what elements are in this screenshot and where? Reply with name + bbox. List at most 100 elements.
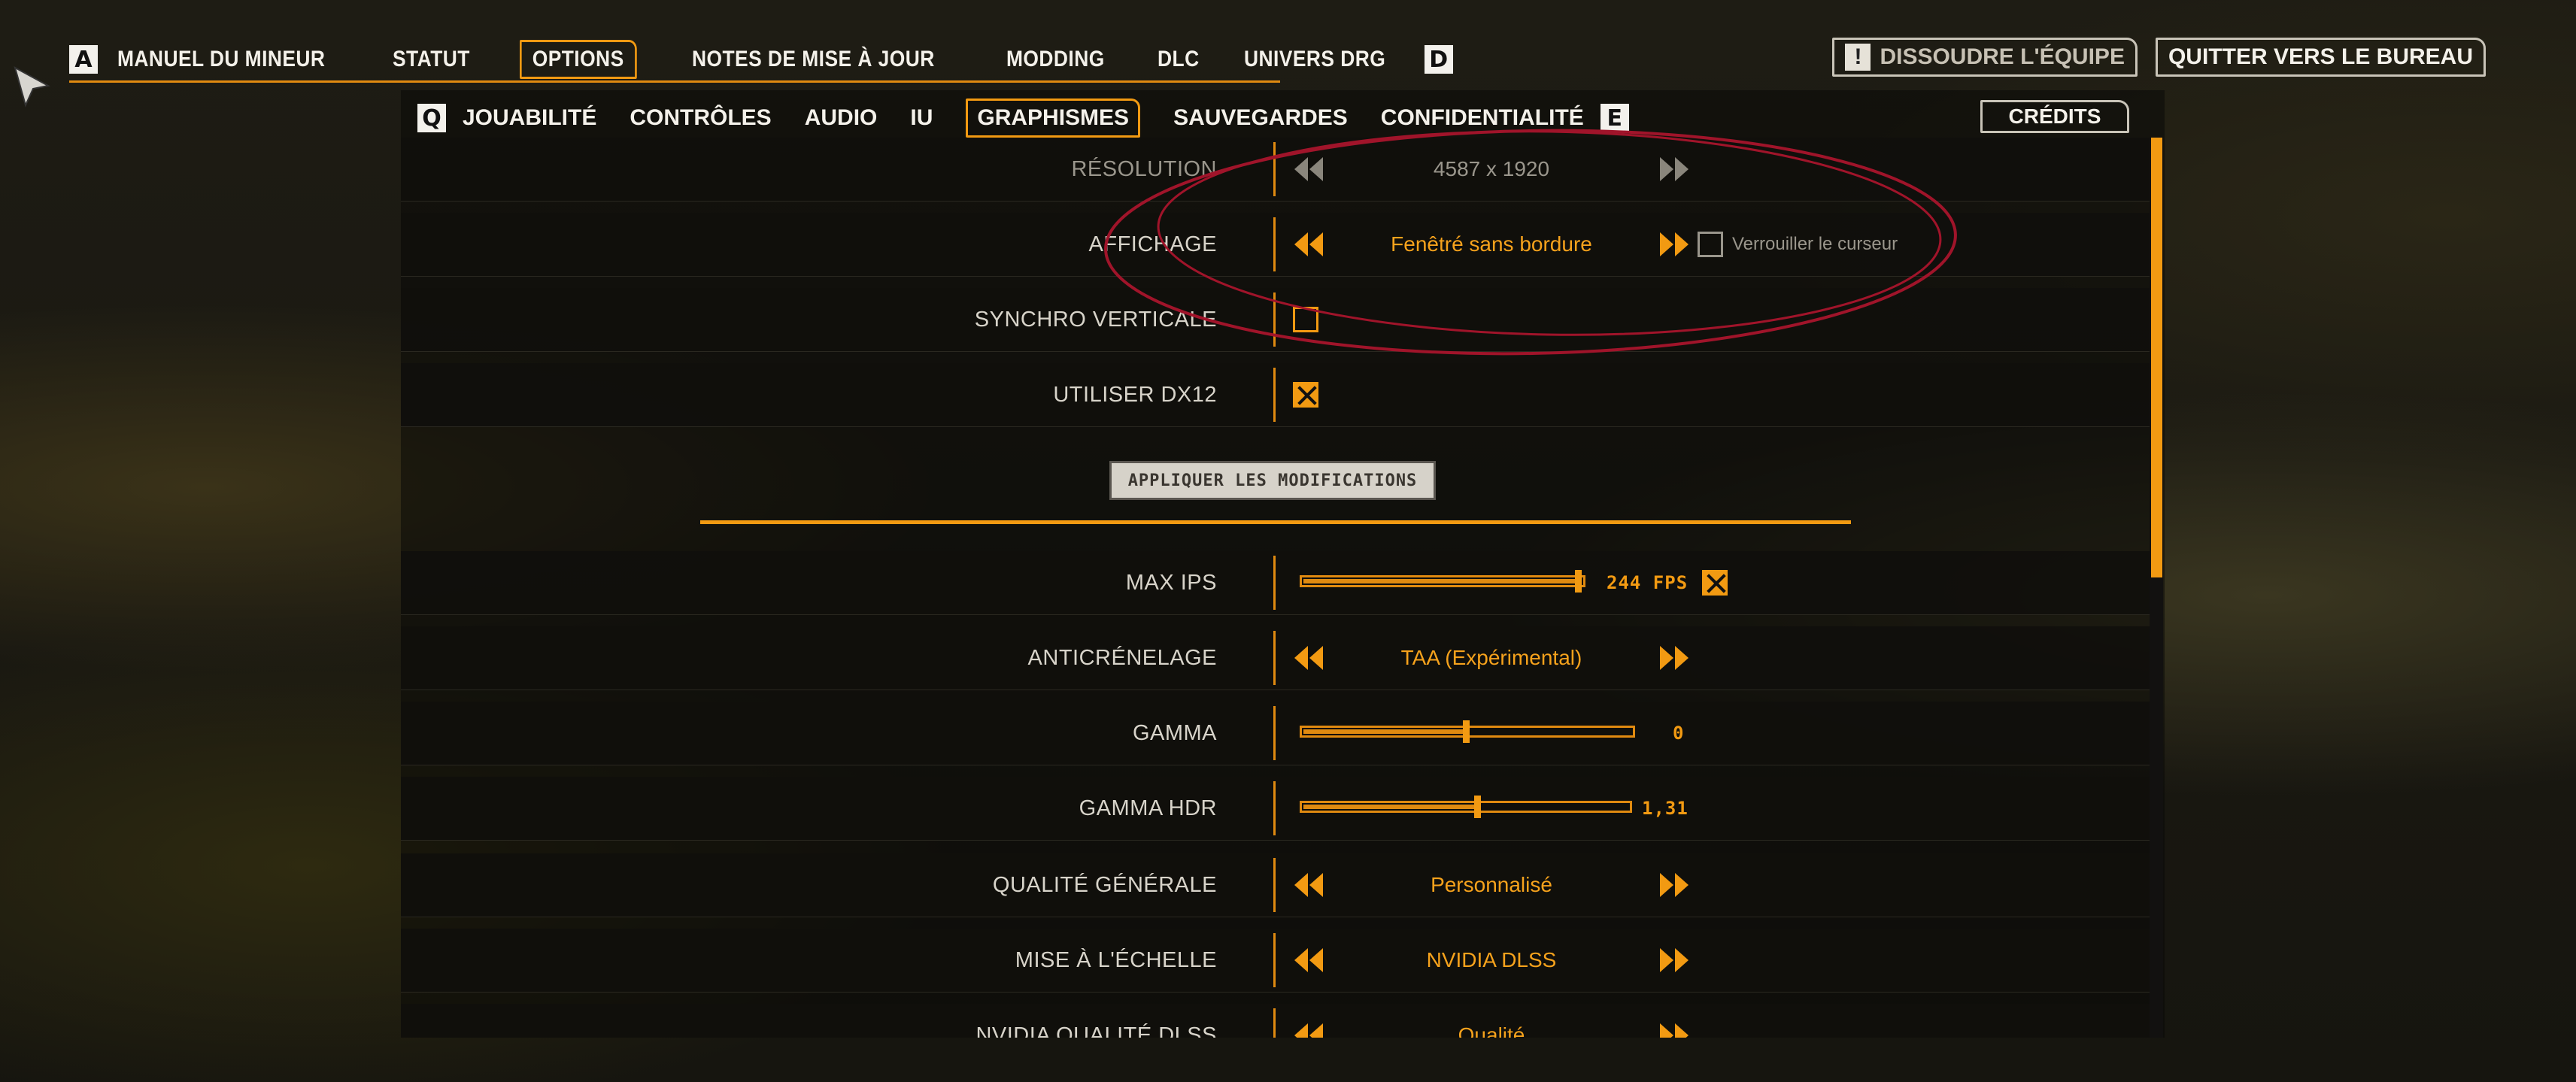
chevron-right-icon[interactable] [1658, 643, 1690, 673]
apply-changes-button[interactable]: APPLIQUER LES MODIFICATIONS [1109, 461, 1436, 500]
chevron-left-icon[interactable] [1293, 870, 1324, 900]
setting-label: AFFICHAGE [1088, 232, 1217, 256]
row-divider [1273, 858, 1276, 912]
setting-label: MAX IPS [1125, 570, 1217, 595]
chevron-left-icon[interactable] [1293, 643, 1324, 673]
nav-tab-status[interactable]: STATUT [393, 47, 470, 72]
nav-tab-drg-universe[interactable]: UNIVERS DRG [1244, 47, 1385, 72]
setting-label: ANTICRÉNELAGE [1027, 645, 1217, 670]
slider-handle[interactable] [1575, 570, 1582, 593]
setting-label: NVIDIA QUALITÉ DLSS [975, 1023, 1217, 1038]
setting-value: 1,31 [1642, 798, 1689, 819]
disband-team-button[interactable]: ! DISSOUDRE L'ÉQUIPE [1832, 38, 2138, 77]
quit-to-desktop-button[interactable]: QUITTER VERS LE BUREAU [2155, 38, 2486, 77]
graphics-settings-list: RÉSOLUTION 4587 x 1920 AFFICHAGE Fenêtré… [401, 138, 2150, 1038]
row-divider [1273, 217, 1276, 271]
setting-row-overall-quality: QUALITÉ GÉNÉRALE Personnalisé [401, 853, 2150, 917]
row-divider [1273, 631, 1276, 685]
chevron-left-icon[interactable] [1293, 1020, 1324, 1038]
row-divider [1273, 781, 1276, 835]
mouse-cursor-icon [14, 66, 50, 108]
slider-handle[interactable] [1474, 796, 1482, 818]
key-hint-q: Q [417, 104, 446, 132]
row-divider [1273, 142, 1276, 196]
chevron-right-icon[interactable] [1658, 154, 1690, 184]
slider-fill [1303, 579, 1579, 583]
setting-value: 244 FPS [1607, 572, 1689, 593]
row-divider [1273, 556, 1276, 610]
setting-row-max-fps: MAX IPS 244 FPS [401, 551, 2150, 615]
chevron-right-icon[interactable] [1658, 229, 1690, 259]
slider-fill [1303, 805, 1476, 809]
gamma-slider[interactable] [1300, 720, 1635, 743]
setting-row-vsync: SYNCHRO VERTICALE [401, 288, 2150, 352]
section-divider [700, 520, 1851, 524]
tab-saves[interactable]: SAUVEGARDES [1173, 105, 1348, 131]
nav-tab-modding[interactable]: MODDING [1006, 47, 1105, 72]
max-fps-slider[interactable] [1300, 570, 1585, 593]
nav-tab-dlc[interactable]: DLC [1158, 47, 1200, 72]
key-hint-e: E [1600, 104, 1629, 132]
chevron-right-icon[interactable] [1658, 870, 1690, 900]
tab-audio[interactable]: AUDIO [805, 105, 878, 131]
setting-row-display: AFFICHAGE Fenêtré sans bordure Verrouill… [401, 213, 2150, 277]
setting-label: SYNCHRO VERTICALE [974, 307, 1217, 332]
gamma-hdr-slider[interactable] [1300, 796, 1632, 818]
setting-row-antialiasing: ANTICRÉNELAGE TAA (Expérimental) [401, 626, 2150, 690]
setting-row-upscaling: MISE À L'ÉCHELLE NVIDIA DLSS [401, 929, 2150, 993]
row-divider [1273, 1008, 1276, 1038]
setting-value: Fenêtré sans bordure [1391, 232, 1592, 256]
top-nav: A MANUEL DU MINEUR STATUT OPTIONS NOTES … [69, 38, 1453, 81]
tab-gameplay[interactable]: JOUABILITÉ [463, 105, 596, 131]
key-hint-d: D [1424, 45, 1453, 74]
setting-value: 4587 x 1920 [1433, 157, 1550, 180]
tab-ui[interactable]: IU [910, 105, 933, 131]
chevron-right-icon[interactable] [1658, 945, 1690, 975]
setting-row-dlss-quality: NVIDIA QUALITÉ DLSS Qualité [401, 1004, 2150, 1038]
max-fps-checkbox[interactable] [1702, 570, 1728, 596]
setting-label: RÉSOLUTION [1071, 156, 1217, 181]
setting-label: MISE À L'ÉCHELLE [1015, 947, 1217, 972]
slider-handle[interactable] [1463, 720, 1470, 743]
setting-label: GAMMA HDR [1079, 796, 1217, 820]
setting-label: GAMMA [1132, 720, 1217, 745]
setting-row-gamma: GAMMA 0 [401, 702, 2150, 765]
row-divider [1273, 292, 1276, 347]
setting-value: TAA (Expérimental) [1400, 646, 1582, 669]
options-sub-nav: Q JOUABILITÉ CONTRÔLES AUDIO IU GRAPHISM… [417, 96, 1629, 140]
dx12-checkbox[interactable] [1293, 382, 1318, 408]
row-divider [1273, 706, 1276, 760]
tab-graphics[interactable]: GRAPHISMES [966, 99, 1141, 138]
warning-icon: ! [1845, 44, 1871, 71]
setting-value: Personnalisé [1431, 873, 1552, 896]
disband-team-label: DISSOUDRE L'ÉQUIPE [1880, 44, 2125, 69]
credits-button[interactable]: CRÉDITS [1980, 100, 2129, 133]
tab-privacy[interactable]: CONFIDENTIALITÉ [1381, 105, 1584, 131]
key-hint-a: A [69, 45, 98, 74]
scrollbar-thumb[interactable] [2151, 138, 2162, 577]
nav-tab-patch-notes[interactable]: NOTES DE MISE À JOUR [692, 47, 935, 72]
chevron-left-icon[interactable] [1293, 154, 1324, 184]
setting-value: Qualité [1458, 1023, 1525, 1038]
setting-label: QUALITÉ GÉNÉRALE [992, 872, 1217, 897]
setting-row-dx12: UTILISER DX12 [401, 363, 2150, 427]
tab-controls[interactable]: CONTRÔLES [630, 105, 771, 131]
chevron-left-icon[interactable] [1293, 945, 1324, 975]
slider-fill [1303, 729, 1464, 734]
lock-cursor-checkbox[interactable] [1698, 232, 1723, 257]
row-divider [1273, 933, 1276, 987]
setting-row-resolution: RÉSOLUTION 4587 x 1920 [401, 138, 2150, 202]
nav-tab-options[interactable]: OPTIONS [519, 40, 637, 79]
vsync-checkbox[interactable] [1293, 307, 1318, 332]
row-divider [1273, 368, 1276, 422]
setting-value: 0 [1673, 723, 1685, 744]
top-right-actions: ! DISSOUDRE L'ÉQUIPE QUITTER VERS LE BUR… [1832, 38, 2486, 77]
settings-scrollbar[interactable] [2150, 138, 2163, 1038]
top-nav-underline [69, 80, 1280, 83]
lock-cursor-label: Verrouiller le curseur [1732, 234, 1898, 254]
chevron-left-icon[interactable] [1293, 229, 1324, 259]
nav-tab-manual[interactable]: MANUEL DU MINEUR [117, 47, 325, 72]
setting-label: UTILISER DX12 [1053, 382, 1217, 407]
chevron-right-icon[interactable] [1658, 1020, 1690, 1038]
setting-row-gamma-hdr: GAMMA HDR 1,31 [401, 777, 2150, 841]
